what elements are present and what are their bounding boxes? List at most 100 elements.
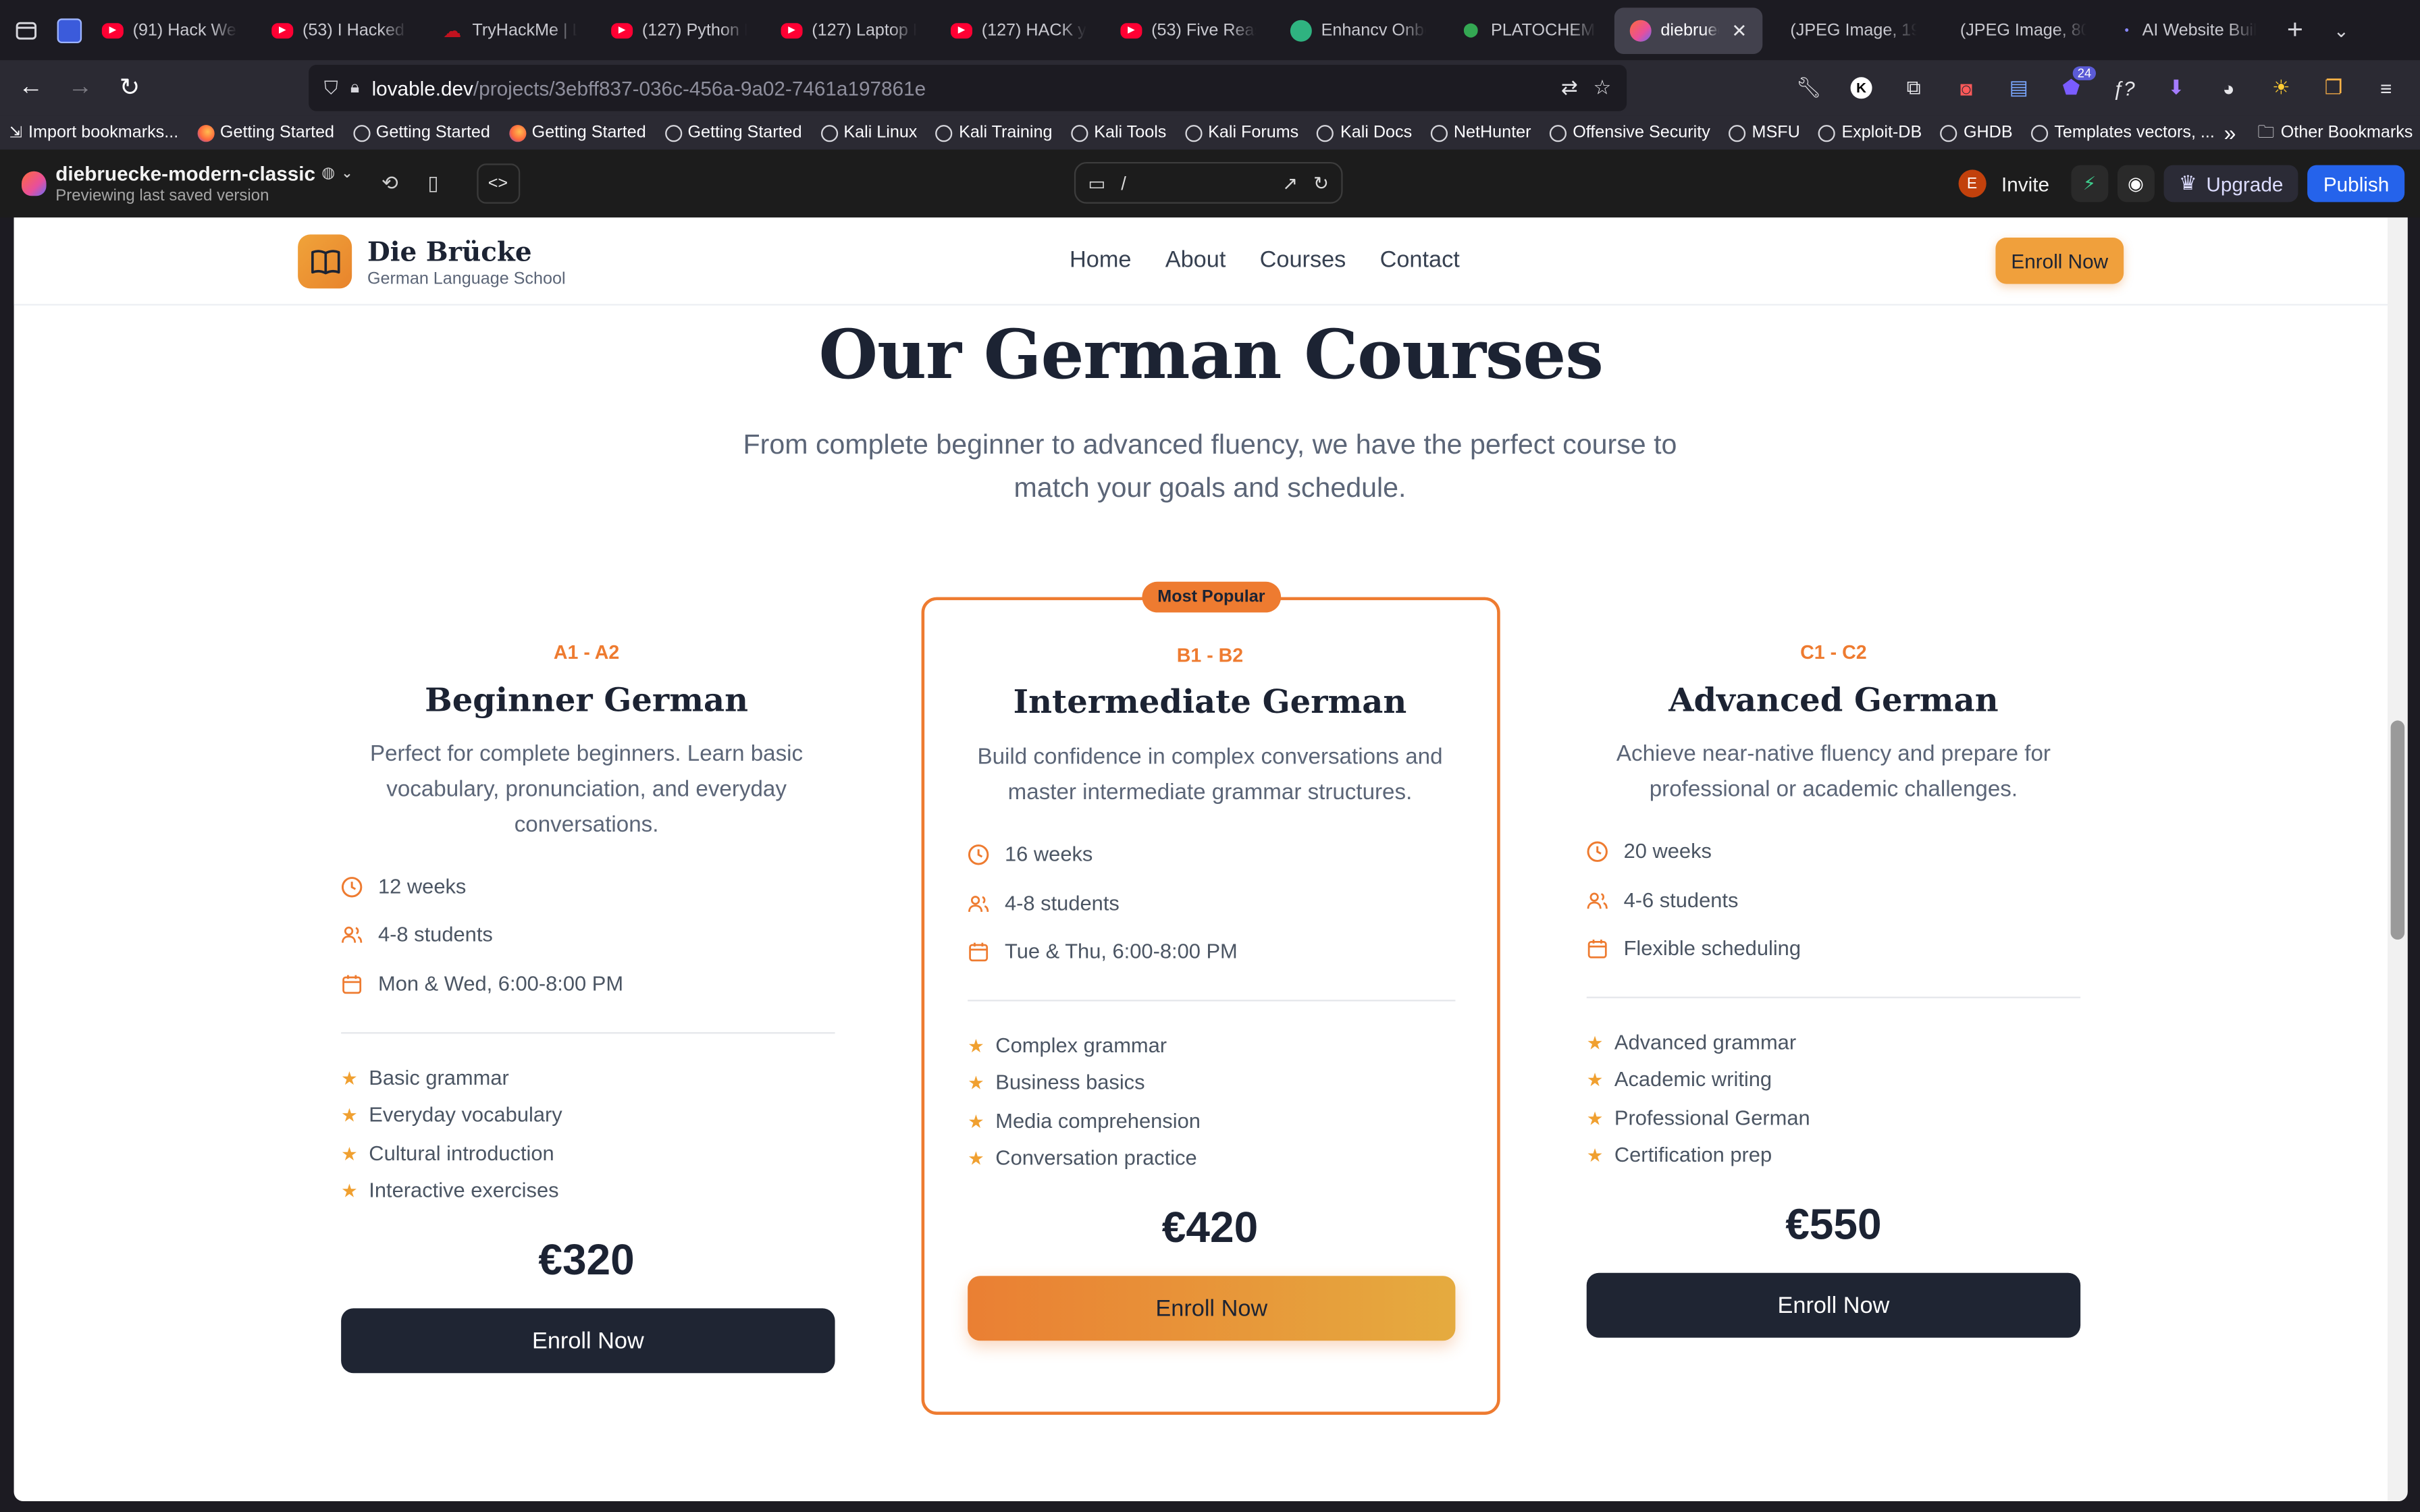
url-text[interactable]: lovable.dev/projects/3ebff837-036c-456a-… xyxy=(372,76,926,99)
bookmark-item[interactable]: Kali Forums xyxy=(1176,124,1308,142)
bookmark-item[interactable]: Kali Linux xyxy=(811,124,926,142)
avatar[interactable]: E xyxy=(1958,169,1987,198)
chevron-down-icon[interactable]: ⌄ xyxy=(341,165,352,182)
nav-courses[interactable]: Courses xyxy=(1260,247,1346,273)
download-icon[interactable]: ⬇ xyxy=(2157,66,2194,109)
github-icon[interactable]: ◉ xyxy=(2117,165,2155,202)
browser-tab[interactable]: ☁ TryHackMe | Lo xyxy=(426,7,593,53)
invite-button[interactable]: Invite xyxy=(1995,165,2061,202)
browser-tab[interactable]: diebruecke-m ✕ xyxy=(1614,7,1763,53)
refresh-preview-icon[interactable]: ↻ xyxy=(1313,172,1329,194)
youtube-favicon-icon: ▶ xyxy=(951,22,973,38)
bookmark-star-icon[interactable]: ☆ xyxy=(1594,76,1612,101)
back-arrow-icon[interactable]: ← xyxy=(6,63,55,113)
upgrade-button[interactable]: ♛ Upgrade xyxy=(2163,165,2299,202)
project-name: diebruecke-modern-classic xyxy=(55,162,316,186)
browser-tab[interactable]: • AI Website Build xyxy=(2105,7,2272,53)
supabase-icon[interactable]: ⚡ xyxy=(2071,165,2108,202)
close-tab-icon[interactable]: ✕ xyxy=(1731,20,1747,41)
bookmark-item[interactable]: Kali Tools xyxy=(1061,124,1176,142)
open-external-icon[interactable]: ↗ xyxy=(1282,172,1298,194)
shield-extension-icon[interactable]: ⬟ 24 xyxy=(2053,66,2097,109)
history-icon[interactable]: ⟲ xyxy=(371,165,409,202)
other-bookmarks[interactable]: 🗀︎ Other Bookmarks xyxy=(2257,118,2413,147)
bookmark-item[interactable]: Getting Started xyxy=(344,124,500,142)
browser-tab[interactable]: ▶ (127) Python RC xyxy=(596,7,762,53)
bookmark-item[interactable]: MSFU xyxy=(1720,124,1810,142)
bookmark-item[interactable]: Getting Started xyxy=(500,124,656,142)
new-tab-button[interactable]: + xyxy=(2272,7,2319,53)
bookmark-item[interactable]: Getting Started xyxy=(656,124,812,142)
browser-tab[interactable]: Enhancv Onboa xyxy=(1275,7,1442,53)
bookmark-item[interactable]: NetHunter xyxy=(1421,124,1540,142)
card-divider xyxy=(968,1000,1456,1002)
browser-tab[interactable]: ▶ (91) Hack Webs xyxy=(86,7,253,53)
forward-arrow-icon[interactable]: → xyxy=(55,63,105,113)
route-path[interactable]: / xyxy=(1121,172,1126,194)
globe-icon xyxy=(2031,124,2049,142)
sun-icon[interactable]: ☀ xyxy=(2263,66,2300,109)
bookmark-item[interactable]: Kali Training xyxy=(926,124,1061,142)
browser-tab[interactable]: ▶ (127) HACK you xyxy=(935,7,1102,53)
tab-list-icon[interactable] xyxy=(0,0,53,60)
bookmark-item[interactable]: Offensive Security xyxy=(1540,124,1719,142)
k-extension-icon[interactable]: K xyxy=(1843,66,1880,109)
bookmark-item[interactable]: Templates vectors, ... xyxy=(2022,124,2224,142)
camera-icon[interactable]: ◙ xyxy=(1948,66,1985,109)
menu-hamburger-icon[interactable]: ≡ xyxy=(2367,66,2404,109)
wrench-icon[interactable]: 🔧︎ xyxy=(1790,66,1827,109)
preview-path-bar[interactable]: ▭ / ↗ ↻ xyxy=(1074,162,1343,204)
reload-icon[interactable]: ↻ xyxy=(105,63,154,113)
tab-title: (127) Python RC xyxy=(641,20,747,40)
header-enroll-button[interactable]: Enroll Now xyxy=(1995,238,2124,284)
bookmark-item[interactable]: ⇲ Import bookmarks... xyxy=(0,124,188,142)
feature-item: ★ Everyday vocabulary xyxy=(341,1103,562,1127)
preview-scrollbar[interactable] xyxy=(2388,217,2408,1501)
feature-item: ★ Business basics xyxy=(968,1071,1145,1094)
page-icon[interactable]: ▭ xyxy=(1088,172,1105,194)
site-brand[interactable]: Die Brücke German Language School xyxy=(367,238,566,288)
bookmark-item[interactable]: Exploit-DB xyxy=(1809,124,1931,142)
bookmark-item[interactable]: GHDB xyxy=(1931,124,2022,142)
enroll-button-intermediate[interactable]: Enroll Now xyxy=(968,1276,1456,1341)
shield-icon[interactable]: ⛉ xyxy=(324,76,338,99)
profile-extension-icon[interactable]: ◕ xyxy=(2210,66,2247,109)
youtube-favicon-icon: ▶ xyxy=(781,22,803,38)
function-icon[interactable]: ƒ? xyxy=(2105,66,2142,109)
browser-tab[interactable]: ▶ (53) I Hacked th xyxy=(256,7,423,53)
bookmark-item[interactable]: Getting Started xyxy=(188,124,344,142)
project-switcher[interactable]: diebruecke-modern-classic ◍ ⌄ Previewing… xyxy=(55,162,352,205)
nav-home[interactable]: Home xyxy=(1070,247,1131,273)
sidebar-toggle-icon[interactable]: ▯ xyxy=(415,165,452,202)
browser-tab[interactable]: (JPEG Image, 800 × xyxy=(1935,7,2102,53)
reader-icon[interactable]: ▤ xyxy=(2000,66,2037,109)
bookmark-item[interactable]: Kali Docs xyxy=(1308,124,1421,142)
browser-tab[interactable]: ▶ (127) Laptop Ha xyxy=(766,7,932,53)
scrollbar-thumb[interactable] xyxy=(2390,720,2405,940)
browser-tab[interactable]: ▶ (53) Five Reaso xyxy=(1105,7,1272,53)
star-icon: ★ xyxy=(968,1110,984,1132)
course-class-size: 4-8 students xyxy=(968,892,1120,915)
enroll-button-beginner[interactable]: Enroll Now xyxy=(341,1308,835,1374)
browser-tab[interactable]: (JPEG Image, 1920 xyxy=(1766,7,1932,53)
bookmarks-overflow-icon[interactable]: » xyxy=(2224,120,2236,145)
star-icon: ★ xyxy=(968,1071,984,1094)
browser-tab[interactable] xyxy=(53,7,84,53)
translate-icon[interactable]: ⇄ xyxy=(1561,76,1578,101)
tab-title: TryHackMe | Lo xyxy=(472,20,577,40)
code-view-icon[interactable]: <> xyxy=(476,163,520,204)
tab-title: (JPEG Image, 1920 xyxy=(1790,20,1916,40)
page-subtitle: From complete beginner to advanced fluen… xyxy=(743,429,1677,504)
enroll-button-advanced[interactable]: Enroll Now xyxy=(1586,1272,2081,1338)
tab-overflow-chevron-icon[interactable]: ⌄ xyxy=(2318,7,2365,53)
address-bar[interactable]: ⛉ 🔒︎ lovable.dev/projects/3ebff837-036c-… xyxy=(309,65,1627,111)
publish-button[interactable]: Publish xyxy=(2307,165,2405,202)
puzzle-icon[interactable]: ⧉ xyxy=(1895,66,1932,109)
nav-contact[interactable]: Contact xyxy=(1380,247,1460,273)
browser-tab[interactable]: ⬤ PLATOCHEM LT xyxy=(1444,7,1611,53)
nav-about[interactable]: About xyxy=(1165,247,1226,273)
book-icon[interactable] xyxy=(298,234,352,289)
window-icon[interactable]: ❐ xyxy=(2315,66,2352,109)
lock-icon[interactable]: 🔒︎ xyxy=(350,78,359,98)
lovable-logo-icon[interactable] xyxy=(22,171,47,196)
